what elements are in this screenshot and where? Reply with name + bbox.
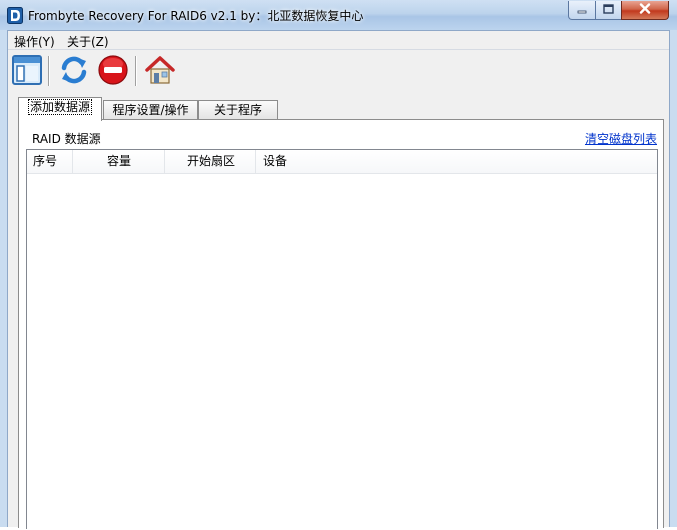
list-body[interactable]	[27, 174, 657, 530]
column-header-capacity[interactable]: 容量	[73, 150, 165, 173]
maximize-icon	[603, 3, 614, 17]
stop-icon	[97, 54, 129, 89]
window-title: Frombyte Recovery For RAID6 v2.1 by：北亚数据…	[28, 9, 364, 23]
tab-label: 添加数据源	[27, 99, 93, 115]
tab-add-datasource[interactable]: 添加数据源	[18, 97, 102, 121]
raid-datasource-label: RAID 数据源	[32, 132, 101, 146]
close-button[interactable]	[621, 1, 669, 20]
refresh-button[interactable]	[57, 53, 91, 89]
column-header-device[interactable]: 设备	[256, 150, 657, 173]
home-button[interactable]	[143, 53, 177, 89]
toolbar	[8, 50, 669, 94]
tab-about-program[interactable]: 关于程序	[198, 100, 278, 120]
column-header-index[interactable]: 序号	[27, 150, 73, 173]
title-bar[interactable]: Frombyte Recovery For RAID6 v2.1 by：北亚数据…	[0, 0, 677, 30]
minimize-button[interactable]	[568, 1, 596, 20]
home-icon	[144, 54, 176, 89]
menu-bar: 操作(Y) 关于(Z)	[8, 31, 669, 50]
app-window: Frombyte Recovery For RAID6 v2.1 by：北亚数据…	[0, 0, 677, 529]
close-icon	[639, 3, 651, 17]
stop-button[interactable]	[96, 53, 130, 89]
minimize-icon	[577, 3, 587, 17]
layout-window-icon	[11, 54, 43, 89]
disk-list[interactable]: 序号 容量 开始扇区 设备	[26, 149, 658, 529]
tab-program-settings[interactable]: 程序设置/操作	[103, 100, 198, 120]
app-icon	[7, 7, 23, 24]
layout-window-button[interactable]	[10, 53, 44, 89]
column-header-start-sector[interactable]: 开始扇区	[165, 150, 256, 173]
list-header: 序号 容量 开始扇区 设备	[27, 150, 657, 174]
tab-strip: 添加数据源 程序设置/操作 关于程序	[8, 94, 669, 121]
client-area: 操作(Y) 关于(Z) 添加数据源 程序设置/操作 关于程序 RAID 数据源 …	[7, 30, 670, 529]
tab-panel: RAID 数据源 清空磁盘列表 序号 容量 开始扇区 设备	[18, 119, 664, 529]
refresh-icon	[58, 54, 90, 89]
tab-label: 关于程序	[213, 103, 262, 117]
tab-label: 程序设置/操作	[112, 103, 189, 117]
clear-disk-list-link[interactable]: 清空磁盘列表	[585, 130, 657, 147]
maximize-button[interactable]	[595, 1, 622, 20]
toolbar-separator	[135, 56, 137, 86]
toolbar-separator	[48, 56, 50, 86]
menu-operate[interactable]: 操作(Y)	[14, 33, 55, 50]
menu-about[interactable]: 关于(Z)	[67, 33, 109, 50]
